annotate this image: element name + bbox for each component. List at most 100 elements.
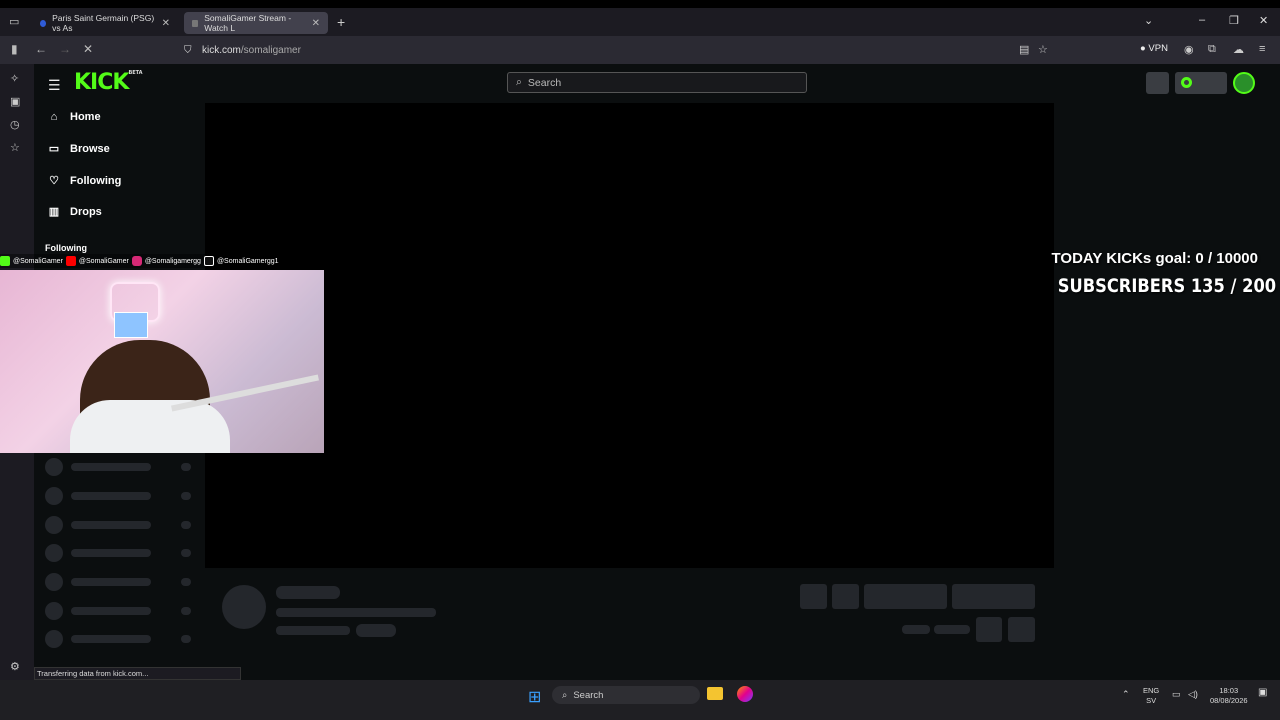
firefox-icon[interactable] [737,686,753,702]
sidebar-item-browse[interactable]: ▭ Browse [48,142,110,156]
list-item [45,602,195,620]
tiktok-icon [203,256,214,266]
search-input[interactable]: ⌕ Search [507,72,807,93]
video-player[interactable] [205,103,1054,568]
tab-psg[interactable]: Paris Saint Germain (PSG) vs As ✕ [32,12,178,34]
bookmark-star-icon[interactable]: ☆ [1038,43,1048,56]
minimize-icon[interactable]: – [1199,14,1205,26]
browse-icon: ▭ [48,143,60,155]
social-handle: @Somaligamergg [144,257,201,265]
list-item [45,630,195,648]
new-tab-icon[interactable]: + [337,14,345,30]
social-handle: @SomaliGamer [13,257,63,265]
url-path: /somaligamer [240,44,301,56]
uptime-skeleton [934,625,970,634]
account-icon[interactable]: ◉ [1184,43,1194,56]
somali-flag [114,312,148,338]
list-item [45,487,195,505]
category-skeleton [276,626,350,635]
maximize-icon[interactable]: ❐ [1229,14,1239,27]
drops-icon: ▥ [48,206,60,218]
tab-overflow-chevron-icon[interactable]: ⌄ [1144,14,1153,27]
sidebar-item-home[interactable]: ⌂ Home [48,111,101,123]
list-item [45,544,195,562]
menu-icon[interactable]: ≡ [1259,43,1265,55]
header-status-button[interactable] [1175,72,1227,94]
kick-logo[interactable]: KICKBETA [74,70,143,95]
lang-bottom: SV [1146,696,1157,705]
tab-somaligamer[interactable]: SomaliGamer Stream - Watch L ✕ [184,12,328,34]
stop-loading-icon[interactable]: ✕ [83,42,93,56]
youtube-icon [65,256,76,266]
kicks-goal-overlay: TODAY KICKs goal: 0 / 10000 [1051,250,1258,267]
avatar[interactable] [1233,72,1255,94]
vpn-extension-icon[interactable]: ☁ [1233,43,1244,56]
share-button-skeleton [976,617,1002,642]
hamburger-menu-icon[interactable]: ☰ [48,77,61,94]
window-close-icon[interactable]: ✕ [1259,14,1268,27]
language-indicator[interactable]: ENG SV [1143,686,1159,706]
tag-skeleton [356,624,396,637]
action-button-skeleton [832,584,859,609]
browser-nav-bar: ▮ ← → ✕ ⛉ kick.com/somaligamer ▤ ☆ ● VPN… [0,36,1280,64]
list-item [45,516,195,534]
url-bar[interactable]: ⛉ kick.com/somaligamer [178,39,1058,61]
browser-tab-strip: ▭ Paris Saint Germain (PSG) vs As ✕ Soma… [0,8,1280,36]
synced-tabs-icon[interactable]: ▣ [10,95,20,108]
channel-name-skeleton [276,586,340,599]
more-button-skeleton [1008,617,1035,642]
windows-start-icon[interactable]: ⊞ [528,687,541,707]
network-icon[interactable]: ▭ [1172,689,1181,699]
vpn-button[interactable]: ● VPN [1140,43,1168,54]
volume-icon[interactable]: ◁) [1188,689,1198,699]
clock[interactable]: 18:03 08/08/2026 [1210,686,1248,706]
following-section-title: Following [45,243,87,253]
list-item [45,573,195,591]
kick-icon [0,256,10,266]
ai-chat-icon[interactable]: ✧ [10,72,19,85]
subscribe-button-skeleton [952,584,1035,609]
site-info-icon[interactable]: ⛉ [184,45,192,56]
taskbar-search-label: Search [573,689,604,701]
heart-icon: ♡ [49,175,59,187]
instagram-icon [131,256,142,266]
reader-view-icon[interactable]: ▤ [1019,43,1029,56]
settings-gear-icon[interactable]: ⚙ [10,660,20,673]
social-handles-bar: @SomaliGamer @SomaliGamer @Somaligamergg… [0,254,310,268]
vpn-label: VPN [1148,43,1168,54]
tab-label: Paris Saint Germain (PSG) vs As [52,13,155,33]
search-placeholder: Search [527,76,562,89]
sidebar-item-label: Home [70,111,101,123]
forward-icon[interactable]: → [59,42,71,56]
social-handle: @SomaliGamergg1 [216,257,279,265]
home-icon: ⌂ [50,111,58,123]
tray-chevron-icon[interactable]: ⌃ [1122,689,1130,699]
close-icon[interactable]: ✕ [312,18,320,29]
close-icon[interactable]: ✕ [162,18,170,29]
clock-date: 08/08/2026 [1210,696,1248,705]
sidebar-item-drops[interactable]: ▥ Drops [48,205,102,219]
viewer-count-skeleton [902,625,930,634]
loading-favicon-icon [192,19,199,27]
lang-top: ENG [1143,686,1160,695]
beta-badge: BETA [128,70,143,76]
header-placeholder-button[interactable] [1146,72,1169,94]
notifications-icon[interactable]: ▣ [1258,688,1267,698]
webcam-overlay [0,270,324,453]
channel-avatar-skeleton [222,585,266,629]
history-icon[interactable]: ◷ [10,118,20,131]
file-explorer-icon[interactable] [707,687,723,700]
sidebar-item-label: Browse [70,142,110,155]
url-host: kick.com [202,44,241,56]
sidebar-toggle-icon[interactable]: ▮ [11,42,18,56]
logo-text: KICK [74,70,129,95]
extensions-icon[interactable]: ⧉ [1208,43,1216,56]
sidebar-item-following[interactable]: ♡ Following [48,174,121,188]
bookmarks-icon[interactable]: ☆ [10,141,20,154]
stream-title-skeleton [276,608,436,617]
tab-label: SomaliGamer Stream - Watch L [204,13,292,33]
tab-list-icon[interactable]: ▭ [9,15,19,28]
back-icon[interactable]: ← [35,42,47,56]
windows-taskbar: ⊞ ⌕ Search ⌃ ENG SV ▭ ◁) 18:03 08/08/202… [0,680,1280,720]
taskbar-search[interactable]: ⌕ Search [552,686,700,704]
